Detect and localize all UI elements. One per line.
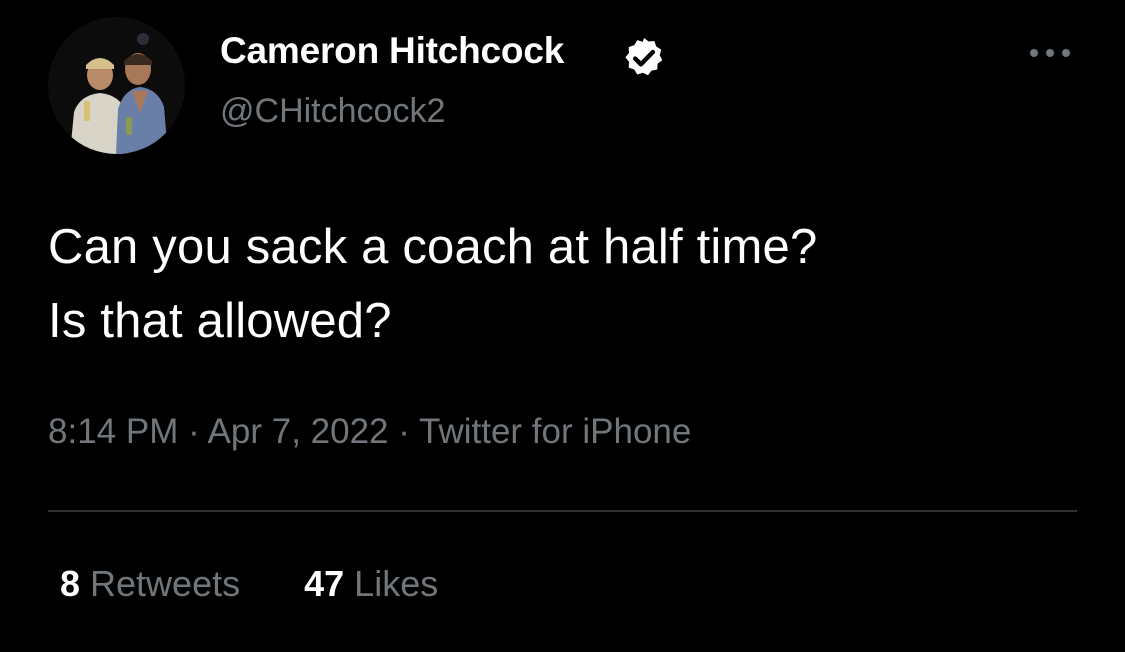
- divider: [48, 510, 1077, 512]
- tweet-text-line: Is that allowed?: [48, 294, 392, 348]
- user-handle[interactable]: @CHitchcock2: [220, 92, 445, 131]
- tweet-source[interactable]: Twitter for iPhone: [419, 412, 691, 451]
- verified-badge-icon: [625, 37, 663, 76]
- tweet-text-line: Can you sack a coach at half time?: [48, 220, 818, 274]
- avatar[interactable]: [48, 17, 185, 154]
- tweet-text: Can you sack a coach at half time? Is th…: [48, 210, 1088, 358]
- retweets-count: 8: [60, 563, 81, 604]
- display-name[interactable]: Cameron Hitchcock: [220, 30, 564, 72]
- likes-stat[interactable]: 47 Likes: [304, 563, 438, 605]
- retweets-stat[interactable]: 8 Retweets: [60, 563, 240, 605]
- meta-separator: ·: [398, 412, 410, 451]
- more-options-icon[interactable]: [1025, 38, 1075, 68]
- retweets-label: Retweets: [90, 563, 241, 604]
- tweet-time[interactable]: 8:14 PM: [48, 412, 178, 451]
- likes-label: Likes: [354, 563, 439, 604]
- meta-separator: ·: [188, 412, 200, 451]
- tweet-date[interactable]: Apr 7, 2022: [208, 412, 389, 451]
- tweet-stats: 8 Retweets 47 Likes: [60, 563, 492, 605]
- tweet-meta: 8:14 PM · Apr 7, 2022 · Twitter for iPho…: [48, 412, 691, 452]
- avatar-photo: [48, 17, 185, 154]
- tweet-card: Cameron Hitchcock @CHitchcock2 Can you s…: [0, 0, 1125, 652]
- likes-count: 47: [304, 563, 345, 604]
